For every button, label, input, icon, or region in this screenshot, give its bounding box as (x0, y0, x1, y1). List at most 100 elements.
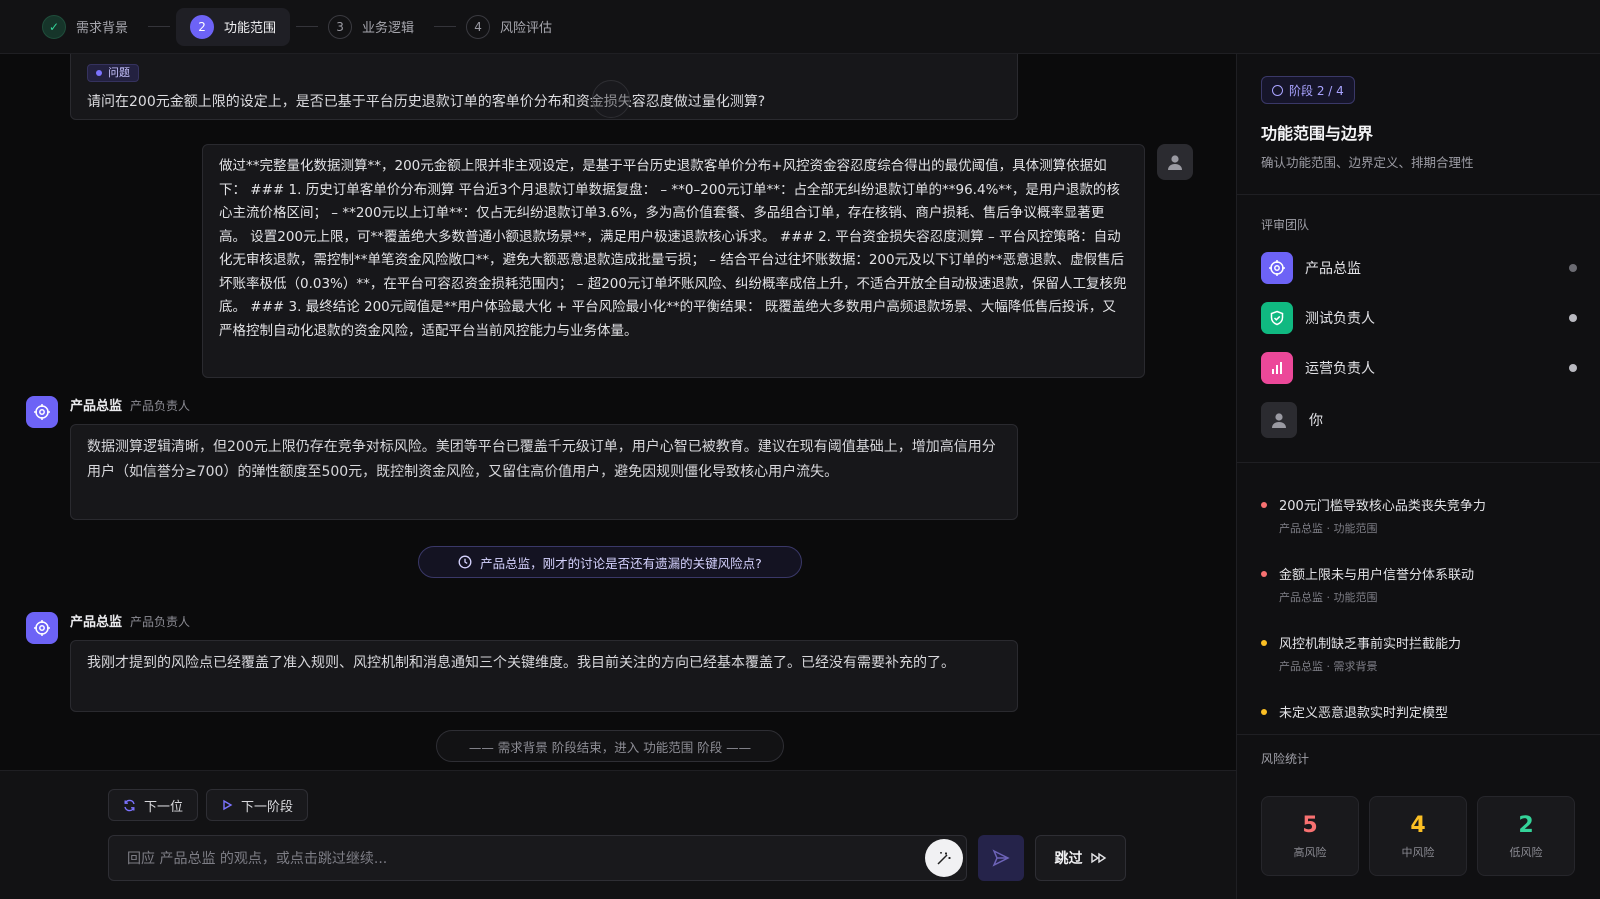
team-member-ops-lead[interactable]: 运营负责人 (1261, 352, 1577, 384)
stat-medium-risk: 4 中风险 (1369, 796, 1467, 876)
facilitator-prompt: 产品总监，刚才的讨论是否还有遗漏的关键风险点? (418, 546, 802, 578)
agent-role: 产品负责人 (130, 399, 191, 413)
step-label: 业务逻辑 (362, 21, 415, 36)
step-function-scope[interactable]: 2 功能范围 (176, 7, 291, 46)
step-business-logic[interactable]: 3 业务逻辑 (324, 8, 428, 46)
reply-input-placeholder: 回应 产品总监 的观点，或点击跳过继续... (127, 851, 388, 867)
skip-label: 跳过 (1054, 851, 1083, 867)
divider (1237, 462, 1600, 463)
risk-meta: 产品总监 · 功能范围 (1279, 591, 1378, 604)
step-requirements-background[interactable]: ✓ 需求背景 (38, 8, 142, 46)
step-label: 需求背景 (76, 21, 129, 36)
question-tag-label: 问题 (108, 66, 130, 79)
stat-number: 2 (1518, 812, 1534, 838)
team-member-product-director[interactable]: 产品总监 (1261, 252, 1577, 284)
risk-title: 200元门槛导致核心品类丧失竞争力 (1279, 499, 1486, 514)
agent-header: 产品总监 产品负责人 (70, 395, 190, 414)
risk-dot (1261, 501, 1267, 508)
phase-subtitle: 确认功能范围、边界定义、排期合理性 (1261, 155, 1474, 170)
user-icon (1261, 402, 1297, 438)
status-dot (1569, 314, 1577, 322)
step-number: 4 (466, 14, 491, 39)
send-button[interactable] (978, 835, 1024, 881)
stat-low-risk: 2 低风险 (1477, 796, 1575, 876)
team-member-test-lead[interactable]: 测试负责人 (1261, 302, 1577, 334)
member-name: 测试负责人 (1305, 311, 1375, 327)
fast-forward-icon (1090, 852, 1106, 864)
reply-input[interactable]: 回应 产品总监 的观点，或点击跳过继续... (108, 835, 967, 881)
user-message: 做过**完整量化数据测算**，200元金额上限并非主观设定，是基于平台历史退款客… (202, 144, 1145, 378)
divider (1237, 734, 1600, 735)
step-connector (296, 26, 319, 27)
clock-icon (458, 555, 472, 569)
target-icon (34, 620, 50, 636)
risk-title: 未定义恶意退款实时判定模型 (1279, 706, 1449, 721)
phase-badge-text: 阶段 2 / 4 (1289, 83, 1344, 98)
step-label: 功能范围 (224, 21, 277, 36)
question-text: 请问在200元金额上限的设定上，是否已基于平台历史退款订单的客单价分布和资金损失… (87, 94, 766, 110)
scroll-indicator[interactable] (592, 80, 630, 118)
phase-title: 功能范围与边界 (1261, 124, 1374, 143)
facilitator-prompt-text: 产品总监，刚才的讨论是否还有遗漏的关键风险点? (480, 555, 762, 571)
user-avatar (1157, 144, 1193, 180)
ai-assist-button[interactable] (925, 839, 963, 877)
agent-name: 产品总监 (70, 615, 123, 630)
stat-label: 高风险 (1293, 845, 1327, 859)
agent-header: 产品总监 产品负责人 (70, 611, 190, 630)
member-name: 产品总监 (1305, 261, 1361, 277)
agent-name: 产品总监 (70, 399, 123, 414)
member-name: 你 (1309, 413, 1323, 429)
stat-high-risk: 5 高风险 (1261, 796, 1359, 876)
question-tag: 问题 (87, 64, 139, 82)
risk-item[interactable]: 200元门槛导致核心品类丧失竞争力 产品总监 · 功能范围 (1261, 495, 1581, 536)
member-name: 运营负责人 (1305, 361, 1375, 377)
target-icon (34, 404, 50, 420)
risk-title: 金额上限未与用户信誉分体系联动 (1279, 568, 1475, 583)
bar-chart-icon (1261, 352, 1293, 384)
agent-message: 数据测算逻辑清晰，但200元上限仍存在竞争对标风险。美团等平台已覆盖千元级订单，… (70, 424, 1018, 520)
user-icon (1168, 155, 1182, 170)
team-member-you[interactable]: 你 (1261, 402, 1577, 438)
agent-avatar (26, 396, 58, 428)
next-stage-label: 下一阶段 (241, 799, 294, 815)
stats-section-label: 风险统计 (1261, 752, 1310, 766)
risk-item[interactable]: 金额上限未与用户信誉分体系联动 产品总监 · 功能范围 (1261, 564, 1581, 605)
risk-dot (1261, 639, 1267, 646)
magic-wand-icon (937, 852, 951, 865)
question-card: 问题 请问在200元金额上限的设定上，是否已基于平台历史退款订单的客单价分布和资… (70, 54, 1018, 120)
status-dot (1569, 364, 1577, 372)
risk-item[interactable]: 未定义恶意退款实时判定模型 (1261, 702, 1581, 721)
risk-title: 风控机制缺乏事前实时拦截能力 (1279, 637, 1462, 652)
dot-icon (96, 70, 102, 76)
next-stage-button[interactable]: 下一阶段 (206, 789, 309, 821)
shield-icon (1261, 302, 1293, 334)
stat-number: 4 (1410, 812, 1426, 838)
risk-meta: 产品总监 · 需求背景 (1279, 660, 1378, 673)
phase-badge: 阶段 2 / 4 (1261, 76, 1355, 104)
step-connector (434, 26, 457, 27)
step-number: 3 (328, 14, 353, 39)
review-sidebar: 阶段 2 / 4 功能范围与边界 确认功能范围、边界定义、排期合理性 评审团队 … (1236, 54, 1600, 899)
composer: 下一位 下一阶段 回应 产品总监 的观点，或点击跳过继续... 跳过 (0, 770, 1236, 899)
stage-transition-notice: —— 需求背景 阶段结束，进入 功能范围 阶段 —— (436, 730, 784, 762)
next-speaker-button[interactable]: 下一位 (108, 789, 199, 821)
stat-label: 低风险 (1509, 845, 1543, 859)
team-section-label: 评审团队 (1261, 218, 1310, 232)
step-number: 2 (190, 14, 215, 39)
skip-button[interactable]: 跳过 (1035, 835, 1126, 881)
step-risk-assessment[interactable]: 4 风险评估 (462, 8, 566, 46)
send-icon (992, 849, 1010, 867)
risk-item[interactable]: 风控机制缺乏事前实时拦截能力 产品总监 · 需求背景 (1261, 633, 1581, 674)
status-dot (1569, 264, 1577, 272)
risk-dot (1261, 570, 1267, 577)
chat-area[interactable]: 问题 请问在200元金额上限的设定上，是否已基于平台历史退款订单的客单价分布和资… (0, 54, 1236, 770)
circle-icon (1272, 84, 1283, 96)
risk-dot (1261, 708, 1267, 715)
divider (1237, 194, 1600, 195)
check-icon: ✓ (42, 14, 66, 39)
agent-role: 产品负责人 (130, 615, 191, 629)
agent-message: 我刚才提到的风险点已经覆盖了准入规则、风控机制和消息通知三个关键维度。我目前关注… (70, 640, 1018, 712)
play-icon (223, 799, 233, 811)
next-speaker-label: 下一位 (144, 799, 184, 815)
agent-avatar (26, 612, 58, 644)
